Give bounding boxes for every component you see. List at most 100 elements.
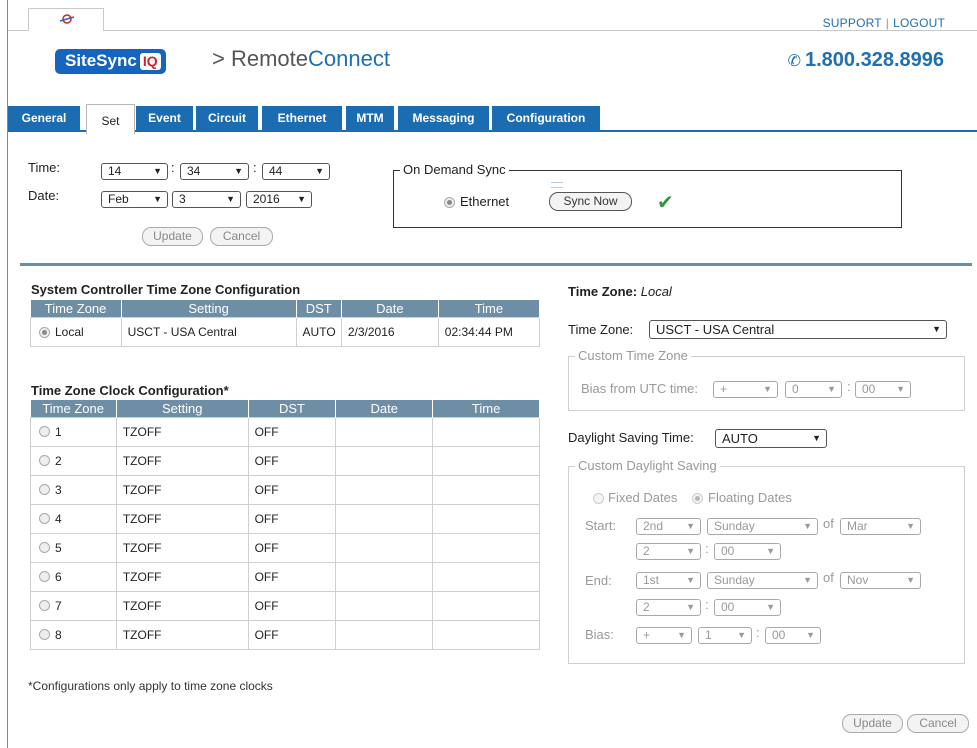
start-month-select[interactable]: Mar ▼ <box>840 518 921 535</box>
zone-6-radio[interactable] <box>39 570 50 582</box>
zone-8-radio[interactable] <box>39 628 50 640</box>
end-hour-value: 2 <box>643 600 650 614</box>
chevron-down-icon: ▼ <box>315 166 324 176</box>
minute-select[interactable]: 34 ▼ <box>180 163 249 180</box>
bias-min-select[interactable]: 00 ▼ <box>855 381 911 398</box>
date-cell <box>335 416 434 447</box>
tab-event[interactable]: Event <box>136 106 193 131</box>
table-row: 4 TZOFF OFF <box>30 503 540 534</box>
end-hour-select[interactable]: 2 ▼ <box>636 599 701 616</box>
bias-hour-select[interactable]: 0 ▼ <box>785 381 842 398</box>
setting-cell: TZOFF <box>115 445 249 476</box>
bias2-sign-select[interactable]: + ▼ <box>636 627 692 644</box>
end-day-select[interactable]: Sunday ▼ <box>707 572 818 589</box>
browser-tab[interactable] <box>28 8 104 31</box>
end-month-select[interactable]: Nov ▼ <box>840 572 921 589</box>
end-of-label: of <box>823 570 834 585</box>
chevron-down-icon: ▼ <box>297 194 306 204</box>
zone-1-radio[interactable] <box>39 425 50 437</box>
chevron-down-icon: ▼ <box>153 166 162 176</box>
bias-hour-value: 0 <box>792 382 799 396</box>
col-header: DST <box>296 300 342 317</box>
chevron-down-icon: ▼ <box>766 602 775 612</box>
tab-set[interactable]: Set <box>86 104 135 134</box>
month-select[interactable]: Feb ▼ <box>101 191 168 208</box>
zone-4-radio[interactable] <box>39 512 50 524</box>
support-phone: ✆ 1.800.328.8996 <box>788 49 944 72</box>
bias2-min-select[interactable]: 00 ▼ <box>765 627 821 644</box>
date-cell <box>335 503 434 534</box>
time-cell <box>432 532 540 563</box>
tab-configuration[interactable]: Configuration <box>492 106 600 131</box>
tz-cancel-button[interactable]: Cancel <box>907 714 969 733</box>
start-day-select[interactable]: Sunday ▼ <box>707 518 818 535</box>
check-icon: ✔ <box>657 190 674 214</box>
bias-sign-select[interactable]: + ▼ <box>713 381 778 398</box>
day-select[interactable]: 3 ▼ <box>172 191 241 208</box>
zone-7-radio[interactable] <box>39 599 50 611</box>
app-title-accent: Connect <box>308 46 390 71</box>
tab-mtm[interactable]: MTM <box>346 106 394 131</box>
chevron-down-icon: ▼ <box>803 575 812 585</box>
date-cell <box>335 474 434 505</box>
dst-cell: OFF <box>247 445 337 476</box>
col-header: Time Zone <box>30 300 122 317</box>
time-cell <box>432 619 540 650</box>
table-row: 5 TZOFF OFF <box>30 532 540 563</box>
chevron-down-icon: ▼ <box>763 384 772 394</box>
date-cell <box>335 445 434 476</box>
footnote: *Configurations only apply to time zone … <box>28 679 273 693</box>
logout-link[interactable]: LOGOUT <box>893 16 945 30</box>
setting-cell: TZOFF <box>115 503 249 534</box>
logo-iq: IQ <box>139 52 161 70</box>
support-link[interactable]: SUPPORT <box>823 16 882 30</box>
tab-general[interactable]: General <box>8 106 80 131</box>
dst-cell: OFF <box>247 619 337 650</box>
start-hour-value: 2 <box>643 544 650 558</box>
tab-circuit[interactable]: Circuit <box>196 106 258 131</box>
dst-select[interactable]: AUTO ▼ <box>715 429 827 448</box>
local-zone-radio[interactable] <box>39 326 50 338</box>
tz-table-title: Time Zone Clock Configuration* <box>31 383 229 398</box>
floating-dates-radio[interactable] <box>692 493 703 504</box>
start-week-select[interactable]: 2nd ▼ <box>636 518 701 535</box>
tab-messaging[interactable]: Messaging <box>398 106 489 131</box>
sc-table: Time Zone Setting DST Date Time Local US… <box>30 300 541 347</box>
end-min-select[interactable]: 00 ▼ <box>714 599 781 616</box>
dst-cell: OFF <box>247 416 337 447</box>
start-hour-select[interactable]: 2 ▼ <box>636 543 701 560</box>
day-value: 3 <box>179 192 186 206</box>
links-separator: | <box>885 16 890 30</box>
second-select[interactable]: 44 ▼ <box>262 163 330 180</box>
phone-number: 1.800.328.8996 <box>804 49 944 71</box>
setting-cell: TZOFF <box>115 532 249 563</box>
zone-5-radio[interactable] <box>39 541 50 553</box>
remote-icon <box>59 14 75 24</box>
hour-select[interactable]: 14 ▼ <box>101 163 168 180</box>
year-select[interactable]: 2016 ▼ <box>246 191 312 208</box>
zone-cell: 4 <box>55 511 62 526</box>
start-colon: : <box>705 541 709 556</box>
timezone-select[interactable]: USCT - USA Central ▼ <box>649 320 947 339</box>
start-min-select[interactable]: 00 ▼ <box>714 543 781 560</box>
fixed-dates-radio[interactable] <box>593 493 604 504</box>
bias-sign-value: + <box>720 382 728 396</box>
zone-2-radio[interactable] <box>39 454 50 466</box>
ethernet-radio[interactable] <box>444 197 455 208</box>
start-month-value: Mar <box>847 519 868 533</box>
zone-3-radio[interactable] <box>39 483 50 495</box>
end-week-select[interactable]: 1st ▼ <box>636 572 701 589</box>
sync-now-button[interactable]: Sync Now <box>549 192 632 211</box>
tz-update-button[interactable]: Update <box>842 714 903 733</box>
on-demand-sync-legend: On Demand Sync <box>400 162 509 177</box>
setting-cell: USCT - USA Central <box>120 316 297 347</box>
hour-value: 14 <box>108 164 122 178</box>
time-cancel-button[interactable]: Cancel <box>210 227 273 246</box>
chevron-down-icon: ▼ <box>737 630 746 640</box>
chevron-down-icon: ▼ <box>153 194 162 204</box>
col-header: Setting <box>121 300 297 317</box>
bias2-hour-select[interactable]: 1 ▼ <box>698 627 752 644</box>
tab-ethernet[interactable]: Ethernet <box>262 106 342 131</box>
zone-cell: 3 <box>55 482 62 497</box>
time-update-button[interactable]: Update <box>142 227 203 246</box>
